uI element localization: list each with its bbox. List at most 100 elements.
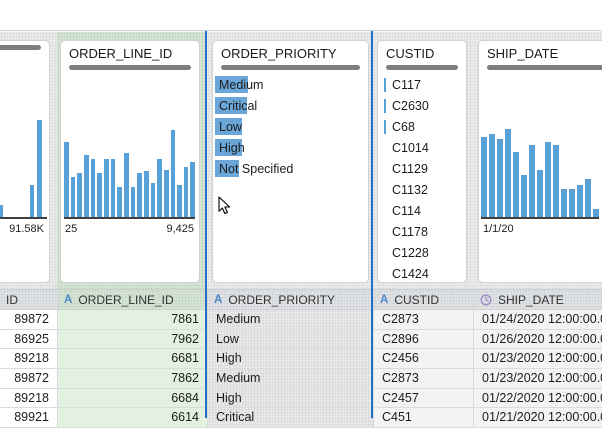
histogram-bar[interactable] xyxy=(90,159,96,217)
value-item[interactable]: C1132 xyxy=(384,180,464,201)
profile-card-order-line-id[interactable]: ORDER_LINE_ID 25 9,425 xyxy=(60,40,200,283)
value-item[interactable]: C1178 xyxy=(384,222,464,243)
table-cell[interactable]: Low xyxy=(207,329,373,350)
histogram-bar[interactable] xyxy=(553,145,559,217)
value-item[interactable]: High xyxy=(215,138,362,159)
histogram-bar[interactable] xyxy=(529,145,535,217)
table-cell[interactable]: C2873 xyxy=(373,310,473,330)
histogram-bar[interactable] xyxy=(585,179,591,217)
table-cell[interactable]: C451 xyxy=(373,408,473,428)
table-cell[interactable]: 01/23/2020 12:00:00.00 xyxy=(473,369,602,389)
histogram-bar[interactable] xyxy=(505,129,511,217)
table-cell[interactable]: 6614 xyxy=(57,408,207,428)
header-cell-custid[interactable]: A CUSTID xyxy=(373,290,473,309)
histogram-bar[interactable] xyxy=(170,130,176,217)
histogram-bar[interactable] xyxy=(137,173,142,217)
histogram-bar[interactable] xyxy=(103,159,109,217)
table-cell[interactable]: C2896 xyxy=(373,329,473,350)
profile-card-ship-date[interactable]: SHIP_DATE 1/1/20 xyxy=(478,40,602,283)
histogram-bar[interactable] xyxy=(561,189,567,217)
header-cell-ship-date[interactable]: SHIP_DATE xyxy=(473,290,602,309)
table-cell[interactable]: 89921 xyxy=(0,408,57,428)
table-cell[interactable]: 01/24/2020 12:00:00.00 xyxy=(473,310,602,330)
table-cell[interactable]: 86925 xyxy=(0,329,57,350)
histogram-bar[interactable] xyxy=(30,185,34,217)
header-cell-order-line-id[interactable]: A ORDER_LINE_ID xyxy=(57,290,207,309)
table-cell[interactable]: 01/22/2020 12:00:00.00 xyxy=(473,388,602,409)
table-cell[interactable]: C2873 xyxy=(373,369,473,389)
table-cell[interactable]: 89872 xyxy=(0,369,57,389)
histogram-bar[interactable] xyxy=(497,139,503,217)
histogram-bar[interactable] xyxy=(521,175,527,217)
table-cell[interactable]: 01/26/2020 12:00:00.00 xyxy=(473,329,602,350)
table-cell[interactable]: Medium xyxy=(207,310,373,330)
histogram-bar[interactable] xyxy=(83,155,89,217)
histogram-bar[interactable] xyxy=(537,170,543,217)
histogram-bar[interactable] xyxy=(97,173,102,217)
table-cell[interactable]: 01/21/2020 12:00:00.00 xyxy=(473,408,602,428)
histogram-bar[interactable] xyxy=(157,159,162,217)
histogram-bar[interactable] xyxy=(143,171,149,217)
histogram-bar[interactable] xyxy=(77,173,82,217)
profile-card-custid[interactable]: CUSTID C117 C2630 C68 C1014 C1129 C1132 C114 C1… xyxy=(377,40,467,283)
profile-card-order-priority[interactable]: ORDER_PRIORITY Medium Critical Low High Not … xyxy=(212,40,369,283)
table-row[interactable]: 89921 6614 Critical C451 01/21/2020 12:00:00… xyxy=(0,408,602,428)
histogram-bar[interactable] xyxy=(183,167,189,217)
value-item[interactable]: Not Specified xyxy=(215,159,362,180)
table-cell[interactable]: C2456 xyxy=(373,349,473,370)
value-item[interactable]: C68 xyxy=(384,117,464,138)
histogram-bar[interactable] xyxy=(481,137,487,217)
histogram-bar[interactable] xyxy=(117,187,122,217)
histogram-bar[interactable] xyxy=(123,153,129,217)
table-row[interactable]: 89218 6684 High C2457 01/22/2020 12:00:00.00 xyxy=(0,388,602,409)
value-item[interactable]: Critical xyxy=(215,96,362,117)
histogram-bar[interactable] xyxy=(177,185,182,217)
value-item[interactable]: C114 xyxy=(384,201,464,222)
table-cell[interactable]: 89872 xyxy=(0,310,57,330)
histogram-bar[interactable] xyxy=(37,120,42,217)
histogram-bar[interactable] xyxy=(545,142,551,217)
table-cell[interactable]: 7861 xyxy=(57,310,207,330)
histogram-bar[interactable] xyxy=(110,159,116,217)
table-cell[interactable]: Critical xyxy=(207,408,373,428)
table-cell[interactable]: 89218 xyxy=(0,388,57,409)
profile-card-clipped[interactable]: 91.58K xyxy=(0,40,50,283)
table-cell[interactable]: 89218 xyxy=(0,349,57,370)
table-cell[interactable]: 7962 xyxy=(57,329,207,350)
histogram-bar[interactable] xyxy=(569,189,575,217)
histogram-bar[interactable] xyxy=(70,177,76,217)
histogram-bar[interactable] xyxy=(64,142,69,217)
value-item[interactable]: C1129 xyxy=(384,159,464,180)
value-item[interactable]: C1424 xyxy=(384,264,464,285)
value-item[interactable]: Low xyxy=(215,117,362,138)
histogram-bar[interactable] xyxy=(577,185,583,217)
card-header-divider xyxy=(386,65,458,70)
histogram-bar[interactable] xyxy=(489,134,495,217)
value-item[interactable]: C117 xyxy=(384,75,464,96)
table-row[interactable]: 89872 7862 Medium C2873 01/23/2020 12:00:00.… xyxy=(0,369,602,389)
value-item[interactable]: C1228 xyxy=(384,243,464,264)
value-item[interactable]: Medium xyxy=(215,75,362,96)
table-cell[interactable]: High xyxy=(207,388,373,409)
table-cell[interactable]: 6681 xyxy=(57,349,207,370)
header-cell-order-priority[interactable]: A ORDER_PRIORITY xyxy=(207,290,373,309)
table-cell[interactable]: High xyxy=(207,349,373,370)
table-cell[interactable]: Medium xyxy=(207,369,373,389)
value-item[interactable]: C2630 xyxy=(384,96,464,117)
table-row[interactable]: 86925 7962 Low C2896 01/26/2020 12:00:00.00 xyxy=(0,329,602,350)
value-item[interactable]: C1014 xyxy=(384,138,464,159)
histogram-bar[interactable] xyxy=(190,162,196,217)
table-cell[interactable]: 7862 xyxy=(57,369,207,389)
table-cell[interactable]: 6684 xyxy=(57,388,207,409)
histogram-bar[interactable] xyxy=(150,183,156,217)
histogram-bar[interactable] xyxy=(0,205,3,217)
table-row[interactable]: 89872 7861 Medium C2873 01/24/2020 12:00:00.… xyxy=(0,310,602,330)
header-cell-id[interactable]: ID xyxy=(0,290,57,309)
table-row[interactable]: 89218 6681 High C2456 01/23/2020 12:00:00.00 xyxy=(0,349,602,370)
table-cell[interactable]: C2457 xyxy=(373,388,473,409)
histogram-bar[interactable] xyxy=(130,187,136,217)
histogram-bar[interactable] xyxy=(513,152,519,217)
table-cell[interactable]: 01/23/2020 12:00:00.00 xyxy=(473,349,602,370)
histogram-bar[interactable] xyxy=(163,170,169,217)
histogram-bar[interactable] xyxy=(593,209,599,217)
